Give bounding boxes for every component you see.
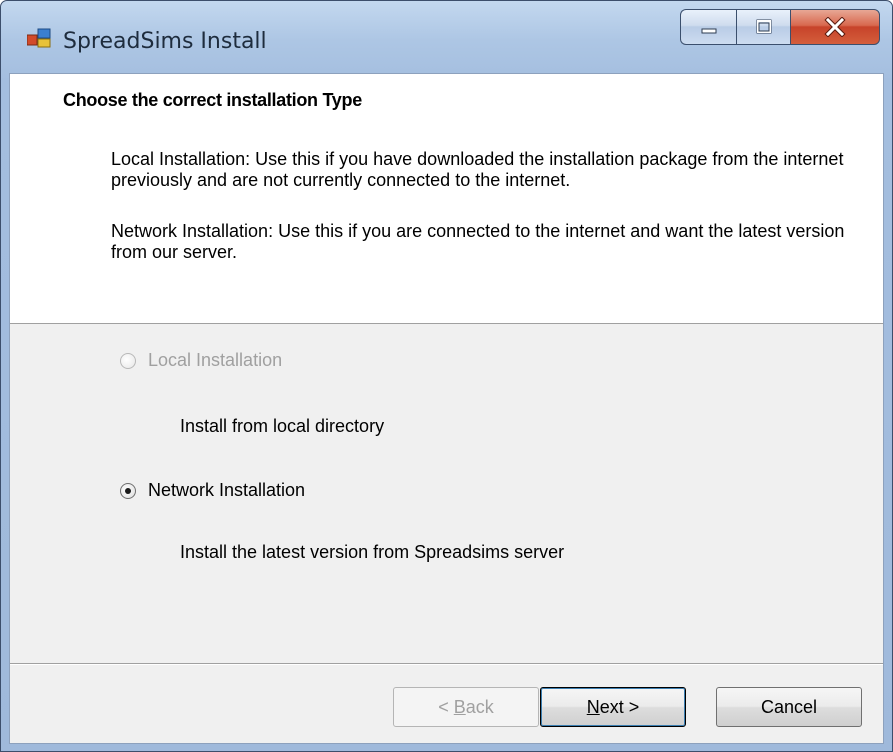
close-button[interactable] [790, 9, 880, 45]
cancel-button[interactable]: Cancel [716, 687, 862, 727]
page-title: Choose the correct installation Type [63, 90, 362, 110]
footer-divider [10, 663, 883, 665]
back-button[interactable]: < Back [393, 687, 539, 727]
back-button-rest: ack [465, 696, 494, 717]
network-installation-option[interactable]: Network Installation [120, 480, 305, 501]
local-installation-sublabel: Install from local directory [180, 416, 385, 436]
local-installation-label: Local Installation [148, 350, 283, 370]
header-panel: Choose the correct installation Type Loc… [10, 74, 883, 324]
next-button-rest: ext > [599, 696, 640, 717]
radio-selected-dot [125, 487, 131, 494]
local-installation-option[interactable]: Local Installation [120, 350, 282, 371]
caption-buttons [680, 9, 880, 47]
maximize-icon [756, 19, 771, 34]
minimize-button[interactable] [680, 9, 736, 45]
app-icon [27, 28, 51, 48]
network-installation-radio[interactable] [120, 482, 136, 499]
window-title: SpreadSims Install [63, 29, 267, 54]
network-installation-label: Network Installation [148, 480, 306, 500]
next-button-mnemonic: N [586, 696, 600, 717]
network-installation-sublabel: Install the latest version from Spreadsi… [180, 542, 565, 562]
close-icon [824, 17, 846, 37]
back-button-mnemonic: B [453, 696, 466, 717]
network-installation-description: Network Installation: Use this if you ar… [111, 221, 845, 262]
installer-window: SpreadSims Install Choose the correct in… [0, 0, 893, 752]
next-button[interactable]: Next > [540, 687, 686, 727]
maximize-button[interactable] [736, 9, 790, 45]
title-bar[interactable]: SpreadSims Install [1, 1, 892, 71]
dialog-content: Choose the correct installation Type Loc… [9, 73, 884, 744]
back-button-prefix: < [438, 696, 454, 717]
local-installation-radio[interactable] [120, 352, 136, 369]
local-installation-description: Local Installation: Use this if you have… [111, 149, 844, 190]
minimize-icon [701, 28, 716, 34]
